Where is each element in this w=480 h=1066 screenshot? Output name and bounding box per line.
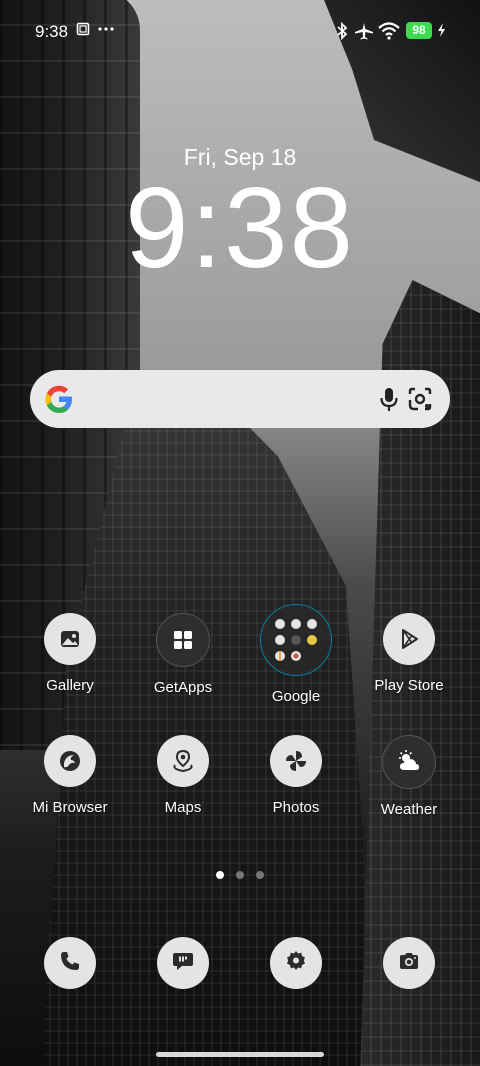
battery-icon: 98 <box>406 22 432 39</box>
app-label: Play Store <box>374 677 444 694</box>
wifi-icon <box>378 22 400 44</box>
screenshot-icon <box>76 22 90 40</box>
airplane-icon <box>354 22 374 44</box>
app-play-store[interactable]: Play Store <box>353 613 465 694</box>
play-store-icon <box>383 613 435 665</box>
status-time: 9:38 <box>35 22 69 41</box>
app-label: Maps <box>164 799 202 816</box>
page-indicator <box>0 866 480 884</box>
app-weather[interactable]: Weather <box>353 735 465 818</box>
app-label: Weather <box>380 801 438 818</box>
camera-icon <box>397 949 421 978</box>
widget-clock[interactable]: 9:38 <box>0 172 480 286</box>
browser-icon <box>44 735 96 787</box>
app-maps[interactable]: Maps <box>127 735 239 816</box>
google-folder-icon <box>260 604 332 676</box>
weather-icon <box>382 735 436 789</box>
settings-icon <box>284 949 308 978</box>
gallery-icon <box>44 613 96 665</box>
bluetooth-icon <box>336 21 348 44</box>
google-logo-icon <box>42 382 76 416</box>
google-search-bar[interactable] <box>30 370 450 428</box>
app-getapps[interactable]: GetApps <box>127 613 239 696</box>
messages-icon <box>171 949 195 978</box>
dock-settings-button[interactable] <box>270 937 322 989</box>
dock-phone-button[interactable] <box>44 937 96 989</box>
dock-messages-button[interactable] <box>157 937 209 989</box>
app-label: Photos <box>272 799 320 816</box>
folder-google[interactable]: Google <box>240 604 352 705</box>
page-dot <box>256 871 264 879</box>
app-label: GetApps <box>153 679 213 696</box>
lens-camera-icon[interactable] <box>406 385 434 413</box>
gesture-home-bar[interactable] <box>156 1052 324 1057</box>
photos-icon <box>270 735 322 787</box>
app-label: Mi Browser <box>32 799 108 816</box>
dock-camera-button[interactable] <box>383 937 435 989</box>
more-dots-icon <box>98 22 114 40</box>
page-dot-active <box>216 871 224 879</box>
app-mi-browser[interactable]: Mi Browser <box>14 735 126 816</box>
getapps-icon <box>156 613 210 667</box>
page-dot <box>236 871 244 879</box>
app-label: Google <box>271 688 321 705</box>
app-label: Gallery <box>46 677 94 694</box>
app-photos[interactable]: Photos <box>240 735 352 816</box>
status-bar: 9:38 98 <box>0 0 480 62</box>
maps-icon <box>157 735 209 787</box>
charging-icon <box>437 22 446 42</box>
phone-icon <box>58 949 82 978</box>
microphone-icon[interactable] <box>375 385 403 413</box>
app-gallery[interactable]: Gallery <box>14 613 126 694</box>
